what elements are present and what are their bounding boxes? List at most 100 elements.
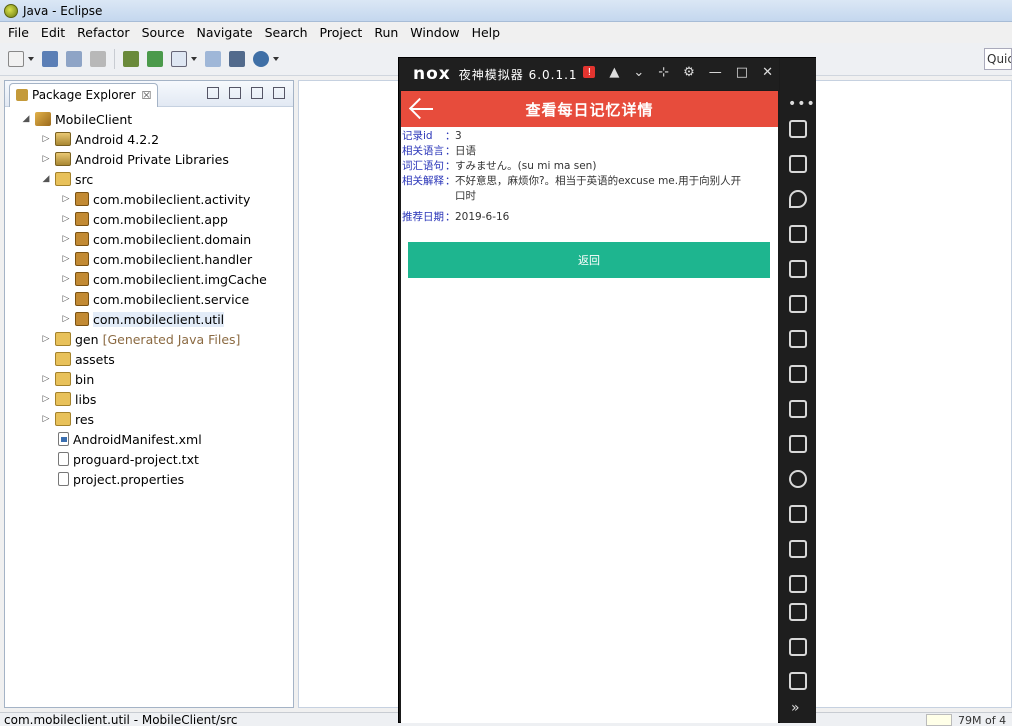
quick-access-input[interactable]: Quic [984,48,1012,70]
rotate-icon[interactable] [789,120,807,138]
tree-item-label: gen [75,331,99,347]
save-icon[interactable] [42,51,58,67]
menu-icon[interactable] [789,540,807,558]
tree-item[interactable]: ▷ com.mobileclient.service [5,289,293,309]
shrink-icon[interactable] [789,575,807,593]
collapsed-arrow-icon[interactable]: ▷ [61,214,71,224]
collapsed-arrow-icon[interactable]: ▷ [61,314,71,324]
back-arrow-icon[interactable] [407,95,433,123]
fullscreen-icon[interactable] [789,260,807,278]
tree-item[interactable]: ◢ src [5,169,293,189]
tree-item[interactable]: ▷ com.mobileclient.app [5,209,293,229]
tree-item[interactable]: ▷ gen [Generated Java Files] [5,329,293,349]
tree-item[interactable]: ▷ com.mobileclient.activity [5,189,293,209]
return-button[interactable]: 返回 [408,242,770,278]
wand-icon[interactable] [229,51,245,67]
recent-apps-icon[interactable] [789,672,807,690]
lint-icon[interactable] [205,51,221,67]
menu-project[interactable]: Project [314,25,369,40]
collapsed-arrow-icon[interactable]: ▷ [41,334,51,344]
tree-item[interactable]: ▷ libs [5,389,293,409]
collapsed-arrow-icon[interactable]: ▷ [41,414,51,424]
tree-item[interactable]: ◢ MobileClient [5,109,293,129]
tree-item[interactable]: project.properties [5,469,293,489]
back-icon[interactable] [789,603,807,621]
menu-window[interactable]: Window [404,25,465,40]
collapsed-arrow-icon[interactable]: ▷ [61,274,71,284]
alert-badge-icon[interactable]: ! [583,66,596,78]
tree-item[interactable]: ▷ bin [5,369,293,389]
collapsed-arrow-icon[interactable]: ▷ [41,374,51,384]
menu-source[interactable]: Source [136,25,191,40]
chevron-down-icon[interactable] [28,57,34,61]
android-avd-icon[interactable] [147,51,163,67]
checklist-icon[interactable] [171,51,187,67]
tree-item[interactable]: ▷ Android 4.2.2 [5,129,293,149]
tree-item[interactable]: assets [5,349,293,369]
package-icon [75,292,89,306]
tree-item[interactable]: ▷ com.mobileclient.imgCache [5,269,293,289]
collapsed-arrow-icon[interactable]: ▷ [61,194,71,204]
menu-search[interactable]: Search [259,25,314,40]
menu-refactor[interactable]: Refactor [71,25,135,40]
chevron-double-right-icon[interactable]: » [791,700,800,716]
collapsed-arrow-icon[interactable]: ▷ [61,234,71,244]
expanded-arrow-icon[interactable]: ◢ [41,174,51,184]
new-icon[interactable] [8,51,24,67]
volume-down-icon[interactable] [789,330,807,348]
volume-up-icon[interactable] [789,295,807,313]
home-icon[interactable] [789,638,807,656]
location-icon[interactable] [789,190,807,208]
maximize-icon[interactable] [273,87,285,99]
collapsed-arrow-icon[interactable]: ▷ [41,134,51,144]
minimize-icon[interactable]: — [709,66,722,80]
multi-window-icon[interactable] [789,505,807,523]
more-icon[interactable]: ••• [788,96,816,112]
memory-detail: 记录id ： 3 相关语言 ： 日语 词汇语句 ： すみません。(su mi m… [401,129,778,225]
collapse-all-icon[interactable] [207,87,219,99]
minimize-icon[interactable] [251,87,263,99]
link-editor-icon[interactable] [229,87,241,99]
screenshot-icon[interactable] [789,400,807,418]
gear-icon[interactable]: ⚙ [683,66,695,80]
tab-package-explorer[interactable]: Package Explorer ☒ [9,82,159,107]
collapsed-arrow-icon[interactable]: ▷ [61,254,71,264]
pin-icon[interactable]: ⊹ [658,66,669,80]
apk-install-icon[interactable] [789,435,807,453]
heap-status[interactable]: 79M of 4 [958,714,1006,726]
close-icon[interactable]: ☒ [142,89,152,102]
file-icon [58,452,69,466]
menu-help[interactable]: Help [466,25,507,40]
print-icon[interactable] [90,51,106,67]
tree-item[interactable]: proguard-project.txt [5,449,293,469]
robot-icon[interactable] [789,155,807,173]
shirt-icon[interactable]: ▲ [609,66,619,80]
tree-item[interactable]: ▷ res [5,409,293,429]
scissors-icon[interactable] [789,470,807,488]
tree-item[interactable]: ▷ com.mobileclient.util [5,309,293,329]
menu-navigate[interactable]: Navigate [191,25,259,40]
status-progress [926,714,952,726]
collapsed-arrow-icon[interactable]: ▷ [41,394,51,404]
collapsed-arrow-icon[interactable]: ▷ [41,154,51,164]
chevron-down-icon[interactable] [273,57,279,61]
menu-run[interactable]: Run [368,25,404,40]
tree-item-label: proguard-project.txt [73,451,199,467]
tree-item[interactable]: ▷ Android Private Libraries [5,149,293,169]
expanded-arrow-icon[interactable]: ◢ [21,114,31,124]
menu-file[interactable]: File [2,25,35,40]
chevron-down-icon[interactable]: ⌄ [633,66,644,80]
print-icon[interactable] [789,365,807,383]
close-icon[interactable]: ✕ [762,66,773,80]
debug-icon[interactable] [253,51,269,67]
tree-item[interactable]: ▷ com.mobileclient.domain [5,229,293,249]
menu-edit[interactable]: Edit [35,25,71,40]
save-all-icon[interactable] [66,51,82,67]
keyboard-icon[interactable] [789,225,807,243]
android-sdk-icon[interactable] [123,51,139,67]
collapsed-arrow-icon[interactable]: ▷ [61,294,71,304]
maximize-icon[interactable]: □ [736,66,748,80]
tree-item[interactable]: AndroidManifest.xml [5,429,293,449]
tree-item[interactable]: ▷ com.mobileclient.handler [5,249,293,269]
chevron-down-icon[interactable] [191,57,197,61]
